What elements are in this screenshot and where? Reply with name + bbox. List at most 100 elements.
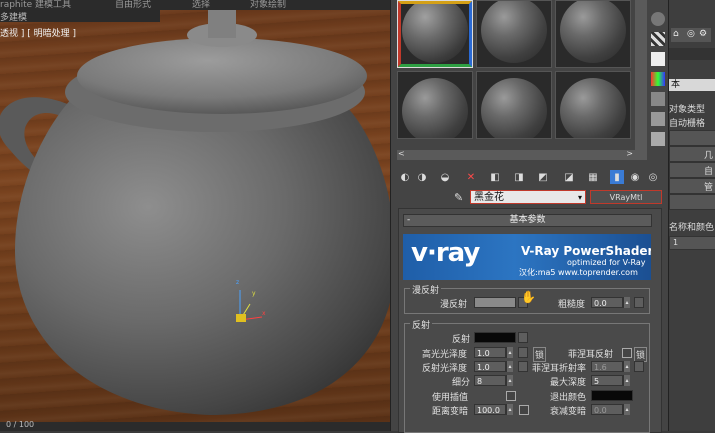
material-slot-6[interactable]: [555, 71, 631, 139]
slot-vertical-scrollbar[interactable]: [635, 0, 647, 160]
get-material-icon[interactable]: ◐: [398, 170, 412, 184]
dim-distance-spinner[interactable]: ▴: [506, 404, 513, 415]
vray-banner: v·ray V-Ray PowerShader optimized for V-…: [403, 234, 651, 280]
refl-gloss-label: 反射光泽度: [422, 364, 468, 374]
go-to-parent-icon[interactable]: ◉: [628, 170, 642, 184]
timeline-bar[interactable]: 0 / 100: [0, 420, 390, 431]
modeling-tab[interactable]: 多建模: [0, 10, 160, 23]
hilight-gloss-spinner[interactable]: ▴: [506, 347, 513, 358]
display-tab-icon[interactable]: ◎: [687, 29, 695, 39]
scroll-right-icon[interactable]: >: [626, 149, 633, 158]
use-interp-label: 使用插值: [432, 393, 469, 403]
make-preview-icon[interactable]: [651, 112, 665, 126]
ribbon-tab-graphite[interactable]: raphite 建模工具: [0, 0, 71, 10]
make-unique-icon[interactable]: ◨: [512, 170, 526, 184]
perspective-viewport[interactable]: [0, 10, 390, 422]
material-slot-1[interactable]: [397, 0, 473, 68]
show-shaded-icon[interactable]: ▦: [586, 170, 600, 184]
ribbon-tab-freeform[interactable]: 自由形式: [115, 0, 151, 10]
name-color-rollout[interactable]: 名称和颜色: [669, 220, 714, 233]
hilight-gloss-map-button[interactable]: [518, 347, 528, 358]
hilight-lock-button[interactable]: 锁: [533, 347, 547, 362]
auto-grid-label: 自动栅格: [669, 119, 706, 129]
copy-material-icon[interactable]: ◧: [488, 170, 502, 184]
roughness-map-button[interactable]: [634, 297, 644, 308]
reflect-group-label: 反射: [410, 318, 433, 331]
diffuse-group-label: 漫反射: [410, 283, 442, 296]
ribbon-tab-selection[interactable]: 选择: [192, 0, 210, 10]
refl-gloss-spinner[interactable]: ▴: [506, 361, 513, 372]
assign-material-icon[interactable]: ◒: [438, 170, 452, 184]
refl-gloss-map-button[interactable]: [518, 361, 528, 372]
ribbon-tab-object-paint[interactable]: 对象绘制: [250, 0, 286, 10]
material-slot-5[interactable]: [476, 71, 552, 139]
go-forward-sibling-icon[interactable]: ◎: [646, 170, 660, 184]
exit-color-label: 退出颜色: [550, 393, 587, 403]
max-depth-spinner[interactable]: ▴: [623, 375, 630, 386]
gizmo-x-label: x: [262, 310, 266, 317]
utilities-tab-icon[interactable]: ⚙: [699, 29, 707, 39]
slot-horizontal-scrollbar[interactable]: < >: [397, 149, 635, 160]
video-check-icon[interactable]: [651, 92, 665, 106]
put-to-scene-icon[interactable]: ◑: [415, 170, 429, 184]
refl-gloss-field[interactable]: 1.0: [474, 361, 506, 372]
vray-logo: v·ray: [411, 238, 480, 268]
panel-tabs[interactable]: ⌂ ◎ ⚙: [671, 28, 711, 42]
roughness-spinner[interactable]: ▴: [623, 297, 630, 308]
subdivs-spinner[interactable]: ▴: [506, 375, 513, 386]
use-interp-checkbox[interactable]: [506, 391, 516, 401]
subdivs-field[interactable]: 8: [474, 375, 506, 386]
reset-map-icon[interactable]: ✕: [464, 170, 478, 184]
backlight-icon[interactable]: [651, 52, 665, 66]
banner-title: V-Ray PowerShader: [521, 244, 651, 258]
fresnel-ior-field[interactable]: 1.6: [591, 361, 623, 372]
material-name-dropdown[interactable]: 黑金花 ▾: [470, 190, 586, 204]
banner-credit: 汉化:ma5 www.toprender.com: [519, 268, 638, 277]
hilight-gloss-field[interactable]: 1.0: [474, 347, 506, 358]
subdivs-label: 细分: [452, 378, 471, 388]
object-button-2[interactable]: 自: [704, 164, 713, 177]
dim-distance-field[interactable]: 100.0: [474, 404, 506, 415]
object-button-1[interactable]: 几: [704, 148, 713, 161]
show-end-result-icon[interactable]: ▮: [610, 170, 624, 184]
sample-type-icon[interactable]: [651, 12, 665, 26]
category-dropdown[interactable]: 本: [669, 79, 715, 91]
collapse-icon: -: [407, 215, 411, 225]
object-name-field[interactable]: 1: [669, 236, 715, 250]
material-id-icon[interactable]: ◪: [562, 170, 576, 184]
exit-color-swatch[interactable]: [591, 390, 633, 401]
fresnel-ior-map-button[interactable]: [634, 361, 644, 372]
create-tab-icon[interactable]: ⌂: [673, 29, 679, 39]
object-button-3[interactable]: 管: [704, 180, 713, 193]
put-to-library-icon[interactable]: ◩: [536, 170, 550, 184]
reflect-color-swatch[interactable]: [474, 332, 516, 343]
fresnel-lock-button[interactable]: 锁: [634, 347, 648, 362]
background-checker-icon[interactable]: [651, 32, 665, 46]
fresnel-label: 菲涅耳反射: [568, 350, 614, 360]
time-slider-label: 0 / 100: [6, 420, 35, 429]
max-depth-field[interactable]: 5: [591, 375, 623, 386]
scroll-left-icon[interactable]: <: [398, 149, 405, 158]
eyedropper-icon[interactable]: ✎: [454, 191, 463, 204]
reflect-map-button[interactable]: [518, 332, 528, 343]
material-type-button[interactable]: VRayMtl: [590, 190, 662, 204]
material-slot-4[interactable]: [397, 71, 473, 139]
fresnel-checkbox[interactable]: [622, 348, 632, 358]
basic-params-rollout[interactable]: - 基本参数: [403, 214, 652, 227]
viewport-label[interactable]: 透视 ] [ 明暗处理 ]: [0, 26, 76, 39]
options-icon[interactable]: [651, 132, 665, 146]
dim-falloff-field[interactable]: 0.0: [591, 404, 623, 415]
dim-falloff-spinner[interactable]: ▴: [623, 404, 630, 415]
chevron-down-icon: ▾: [577, 193, 582, 202]
dim-distance-checkbox[interactable]: [519, 405, 529, 415]
fresnel-ior-spinner[interactable]: ▴: [623, 361, 630, 372]
diffuse-color-swatch[interactable]: [474, 297, 516, 308]
object-type-rollout[interactable]: 对象类型: [669, 102, 705, 115]
roughness-field[interactable]: 0.0: [591, 297, 623, 308]
material-slot-3[interactable]: [555, 0, 631, 68]
reflect-label: 反射: [452, 335, 471, 345]
uv-tiling-icon[interactable]: [651, 72, 665, 86]
max-depth-label: 最大深度: [550, 378, 587, 388]
material-name-row: ✎ 黑金花 ▾ VRayMtl: [398, 190, 668, 208]
material-slot-2[interactable]: [476, 0, 552, 68]
